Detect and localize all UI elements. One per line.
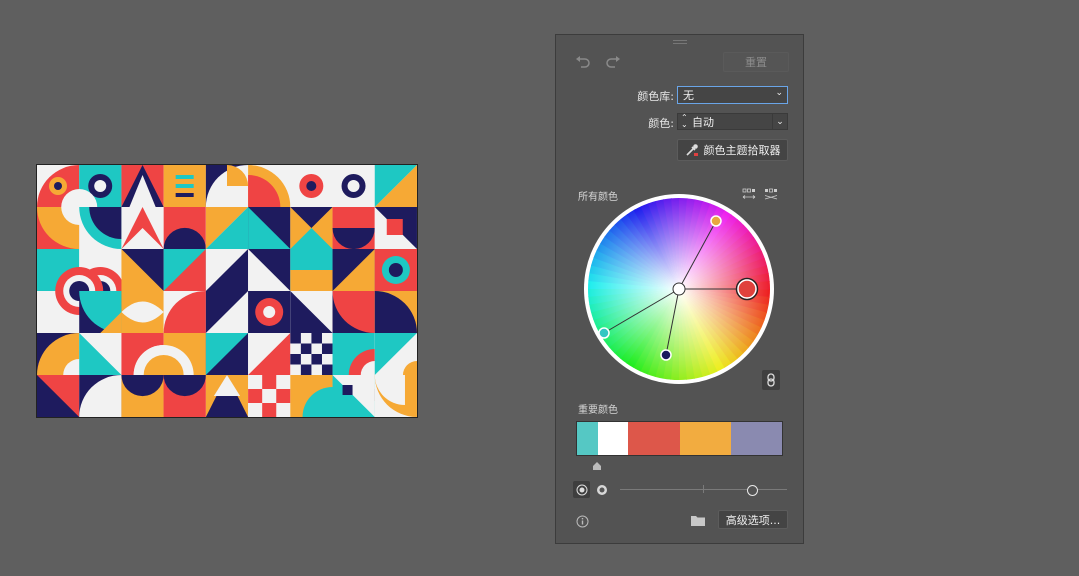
target-icon (576, 484, 587, 495)
pattern-tile (374, 165, 417, 207)
pattern-tile (163, 375, 206, 417)
pattern-tile (205, 249, 249, 291)
link-icon (767, 373, 775, 387)
pattern-tile (163, 165, 206, 207)
pattern-tile (332, 375, 375, 417)
pattern-tile (374, 249, 417, 291)
pattern-tile (374, 207, 417, 249)
color-library-value: 无 (683, 89, 694, 102)
save-swatch-group-button[interactable] (690, 513, 706, 527)
pattern-tile (374, 375, 417, 417)
pattern-tile (79, 375, 122, 417)
pattern-tile (332, 291, 375, 333)
slider-thumb-icon (593, 462, 601, 470)
pattern-tile (374, 291, 417, 333)
wheel-center-handle[interactable] (672, 282, 686, 296)
advanced-options-button[interactable]: 高级选项... (718, 510, 788, 529)
colors-count-value: 自动 (692, 115, 714, 129)
pattern-tile (79, 207, 122, 249)
undo-button[interactable] (574, 55, 592, 71)
prominent-colors-bar[interactable] (576, 421, 783, 456)
prominent-color-swatch[interactable] (597, 422, 629, 455)
swatch-divider-handle[interactable] (592, 456, 602, 475)
pattern-tile (290, 207, 333, 249)
link-harmony-colors-button[interactable] (762, 370, 780, 390)
pattern-tile (37, 375, 80, 417)
chevron-down-icon[interactable]: ⌄ (772, 114, 787, 129)
pattern-tile (205, 291, 249, 333)
info-button[interactable] (574, 513, 590, 529)
pattern-tile (205, 333, 249, 375)
pattern-tile (121, 291, 164, 333)
pattern-tile (248, 249, 291, 291)
pattern-tile (290, 165, 333, 207)
pattern-tile (248, 333, 291, 375)
color-wheel[interactable] (583, 193, 775, 385)
pattern-tile (290, 333, 333, 375)
chevron-down-icon: ⌄ (775, 88, 783, 98)
recolor-mode-button[interactable] (573, 481, 590, 498)
pattern-tile (121, 249, 164, 291)
reset-button[interactable]: 重置 (723, 52, 789, 72)
pattern-tile (290, 249, 333, 291)
colors-count-select[interactable]: ⌃ ⌄ 自动 ⌄ (677, 113, 788, 130)
prominent-color-swatch[interactable] (679, 422, 731, 455)
eyedropper-icon (685, 144, 698, 156)
dot-circle-icon (596, 484, 607, 495)
pattern-tile (163, 291, 206, 333)
info-icon (576, 515, 588, 527)
color-handle-orange[interactable] (710, 215, 722, 227)
pattern-tile (332, 207, 375, 250)
prominent-color-swatch[interactable] (577, 422, 598, 455)
undo-icon (576, 56, 590, 68)
geometric-pattern-artwork (37, 165, 417, 417)
redo-button[interactable] (604, 55, 622, 71)
prominent-color-swatch[interactable] (628, 422, 680, 455)
pattern-tile (205, 207, 249, 249)
pattern-tile (79, 291, 122, 333)
pattern-tile (121, 207, 164, 249)
color-theme-picker-label: 颜色主题拾取器 (703, 144, 781, 157)
color-handle-red[interactable] (737, 279, 757, 299)
recolor-artwork-panel: 重置 颜色库: 无 ⌄ 颜色: ⌃ ⌄ 自动 ⌄ 颜色主题拾取器 所有颜色 重要… (555, 34, 804, 544)
pattern-tile (248, 375, 291, 417)
prominent-color-swatch[interactable] (730, 422, 782, 455)
color-handle-navy[interactable] (660, 349, 672, 361)
pattern-tile (79, 333, 122, 375)
color-handle-cyan[interactable] (598, 327, 610, 339)
pattern-tile (205, 375, 249, 417)
pattern-tile (248, 207, 291, 249)
saturation-mode-button[interactable] (593, 481, 610, 498)
pattern-tile (163, 249, 206, 291)
saturation-slider-tick (703, 485, 704, 493)
colors-label: 颜色: (648, 117, 674, 130)
pattern-tile (248, 291, 291, 333)
saturation-slider-thumb[interactable] (747, 485, 758, 496)
pattern-tile (290, 291, 333, 333)
pattern-tile (163, 207, 206, 249)
color-library-label: 颜色库: (637, 90, 674, 103)
pattern-tile (248, 165, 291, 207)
panel-grip[interactable] (673, 40, 687, 44)
artwork-canvas[interactable] (36, 164, 418, 418)
redo-icon (606, 56, 620, 68)
prominent-colors-label: 重要颜色 (578, 405, 618, 416)
pattern-tile (332, 249, 375, 291)
pattern-tile (205, 165, 249, 207)
pattern-tile (332, 165, 375, 207)
folder-icon (691, 515, 705, 526)
color-theme-picker-button[interactable]: 颜色主题拾取器 (677, 139, 788, 161)
stepper-icon[interactable]: ⌃ ⌄ (681, 114, 688, 129)
color-library-select[interactable]: 无 ⌄ (677, 86, 788, 104)
pattern-tile (121, 165, 164, 207)
